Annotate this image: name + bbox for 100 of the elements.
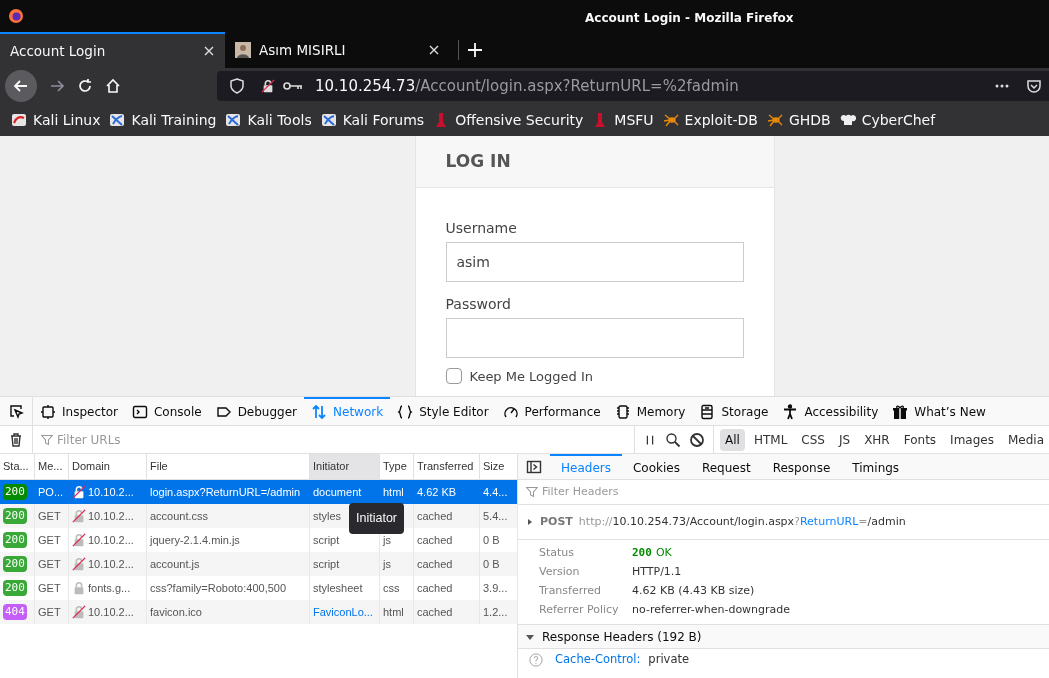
initiator-text[interactable]: FaviconLo... <box>313 603 373 621</box>
sidebar-toggle-icon <box>526 458 542 475</box>
detail-tab[interactable]: Timings <box>841 454 911 479</box>
column-header[interactable]: Initiator <box>310 454 380 479</box>
type-filter[interactable]: Images <box>945 428 999 451</box>
braces-icon <box>397 404 414 420</box>
input-field[interactable] <box>445 318 744 358</box>
insecure-lock-icon <box>72 605 86 619</box>
type-text: js <box>383 556 391 572</box>
header-name: Cache-Control: <box>555 651 641 669</box>
devtools-tab[interactable]: Debugger <box>208 397 305 425</box>
request-row[interactable]: 200 PO... 10.10.2... login.aspx?ReturnURL=/admin document html 4.62 KB 4.4... <box>0 480 517 504</box>
initiator-text: stylesheet <box>313 580 363 596</box>
detail-tab[interactable]: Response <box>761 454 842 479</box>
summary-label: Referrer Policy <box>539 602 620 619</box>
devtools-tab[interactable]: Performance <box>495 397 608 425</box>
request-row[interactable]: 200 GET fonts.g... css?family=Roboto:400,500 stylesheet css cached 3.9... <box>0 576 517 600</box>
close-icon[interactable] <box>428 44 440 56</box>
bookmark-item[interactable]: Offensive Security <box>433 109 584 131</box>
bookmark-item[interactable]: MSFU <box>592 109 654 131</box>
response-headers-section[interactable]: Response Headers (192 B) <box>518 625 1049 649</box>
browser-tab[interactable]: Account Login <box>0 32 225 68</box>
input-field[interactable]: asim <box>445 242 744 282</box>
reload-icon[interactable] <box>77 78 93 94</box>
insecure-lock-icon <box>261 79 275 93</box>
tooltip: Initiator <box>349 503 404 534</box>
initiator-text: script <box>313 532 340 548</box>
devtools-tab[interactable]: What’s New <box>885 397 993 425</box>
forward-arrow-icon[interactable] <box>49 78 65 94</box>
size-text: 3.9... <box>483 580 508 596</box>
column-header[interactable]: Type <box>380 454 414 479</box>
type-filter[interactable]: CSS <box>796 428 830 451</box>
filter-headers-field[interactable]: Filter Headers <box>542 483 742 501</box>
method-text: PO... <box>38 484 64 500</box>
devtools-tab[interactable]: Inspector <box>33 397 125 425</box>
firefox-logo-icon <box>8 8 24 24</box>
close-icon[interactable] <box>203 45 215 57</box>
request-url: http://10.10.254.73/Account/login.aspx?ReturnURL=/admin <box>578 513 906 530</box>
devtools-tab[interactable]: Storage <box>692 397 776 425</box>
bookmark-item[interactable]: Kali Training <box>109 109 217 131</box>
block-icon <box>689 431 706 448</box>
accessibility-icon <box>782 404 799 420</box>
request-row[interactable]: 404 GET 10.10.2... favicon.ico FaviconLo... html cached 1.2... <box>0 600 517 624</box>
request-row[interactable]: 200 GET 10.10.2... jquery-2.1.4.min.js script js cached 0 B <box>0 528 517 552</box>
trash-icon <box>8 431 24 448</box>
transferred-text: cached <box>417 604 453 620</box>
field-label: Username <box>445 219 518 238</box>
type-filter[interactable]: Fonts <box>898 428 942 451</box>
detail-tab[interactable]: Request <box>690 454 762 479</box>
column-header[interactable]: Me... <box>35 454 69 479</box>
transferred-text: cached <box>417 532 453 548</box>
checkbox[interactable] <box>445 368 462 384</box>
bookmark-item[interactable]: CyberChef <box>839 109 936 131</box>
bookmark-item[interactable]: Kali Forums <box>320 109 425 131</box>
size-text: 0 B <box>483 556 500 572</box>
transferred-text: cached <box>417 556 453 572</box>
status-code: 200 <box>632 545 652 562</box>
devtools-tab[interactable]: Accessibility <box>775 397 886 425</box>
expand-arrow-icon[interactable] <box>526 518 534 526</box>
domain-text: fonts.g... <box>88 580 131 596</box>
back-button[interactable] <box>5 70 37 102</box>
address-bar[interactable]: 10.10.254.73/Account/login.aspx?ReturnURL=%2fadmin <box>217 71 1049 101</box>
home-icon[interactable] <box>105 78 121 94</box>
bookmark-item[interactable]: Kali Linux <box>11 109 101 131</box>
type-filter[interactable]: All <box>720 428 745 451</box>
checkbox-label: Keep Me Logged In <box>469 369 594 383</box>
summary-value: OK <box>655 545 672 562</box>
bookmark-item[interactable]: Exploit-DB <box>662 109 758 131</box>
type-filter[interactable]: Media <box>1002 428 1049 451</box>
method-text: GET <box>38 604 61 620</box>
debugger-icon <box>215 404 232 420</box>
window-title: Account Login - Mozilla Firefox <box>585 10 794 27</box>
detail-tab[interactable]: Cookies <box>621 454 691 479</box>
transferred-text: cached <box>417 580 453 596</box>
header-value: private <box>648 651 690 669</box>
filter-icon <box>41 433 53 446</box>
devtools-tab[interactable]: Memory <box>607 397 693 425</box>
pocket-icon[interactable] <box>1026 78 1042 94</box>
bookmark-item[interactable]: Kali Tools <box>225 109 312 131</box>
bookmark-item[interactable]: GHDB <box>766 109 831 131</box>
back-arrow-icon <box>13 78 29 94</box>
detail-tab[interactable]: Headers <box>550 454 622 479</box>
type-text: html <box>383 484 404 500</box>
method-text: GET <box>38 556 61 572</box>
type-filter[interactable]: JS <box>833 428 856 451</box>
size-text: 1.2... <box>483 604 508 620</box>
column-header[interactable]: Transferred <box>414 454 480 479</box>
dragon-icon <box>11 112 27 128</box>
devtools-tab[interactable]: Style Editor <box>390 397 496 425</box>
column-header[interactable]: Domain <box>69 454 147 479</box>
plus-icon[interactable] <box>467 42 483 58</box>
filter-field[interactable]: Filter URLs <box>57 430 257 449</box>
devtools-tab[interactable]: Console <box>125 397 209 425</box>
request-row[interactable]: 200 GET 10.10.2... account.js script js cached 0 B <box>0 552 517 576</box>
dragon-icon <box>225 112 242 128</box>
type-filter[interactable]: XHR <box>859 428 895 451</box>
type-filter[interactable]: HTML <box>748 428 793 451</box>
gauge-icon <box>502 404 519 420</box>
column-header[interactable]: Sta... <box>0 454 35 479</box>
file-name: login.aspx?ReturnURL=/admin <box>150 484 301 500</box>
